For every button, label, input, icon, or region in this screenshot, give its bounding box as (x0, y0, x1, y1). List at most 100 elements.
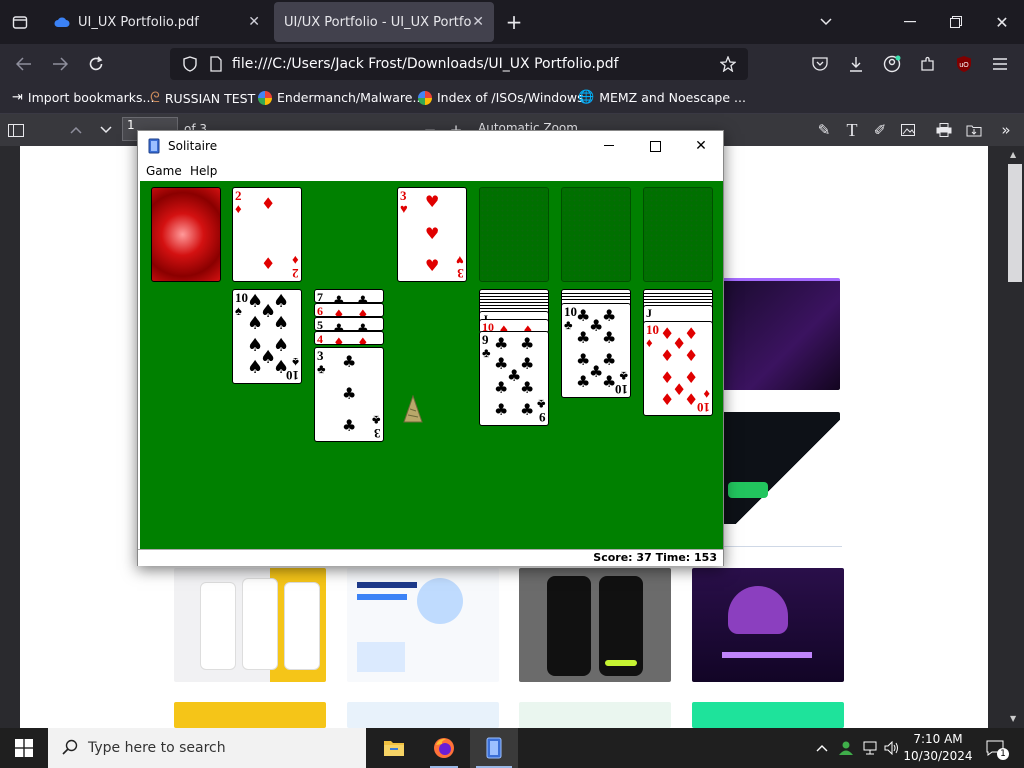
card-rank: 10 ♦ (646, 322, 659, 350)
foundation-hearts[interactable]: 3 ♥ ♥ ♥ ♥ 3 ♥ (397, 187, 467, 282)
url-text: file:///C:/Users/Jack Frost/Downloads/UI… (232, 56, 619, 72)
chevron-up-icon[interactable] (812, 728, 832, 768)
tableau-card-5-clubs[interactable]: 5 ♣ ♣ (314, 317, 384, 331)
foundation-slot[interactable] (479, 187, 549, 282)
portfolio-thumbnail (347, 568, 499, 682)
restore-icon[interactable] (942, 8, 970, 36)
card-rank: 3 ♥ (400, 188, 408, 216)
tableau-card-10-clubs[interactable]: 10 ♣ ♣ ♣ ♣ ♣ ♣ ♣ ♣ ♣ ♣ ♣ 10 ♣ (561, 303, 631, 398)
scroll-down-icon[interactable]: ▼ (1010, 714, 1016, 723)
foundation-slot[interactable] (561, 187, 631, 282)
search-icon (62, 739, 78, 759)
card-rank: 3 ♥ (456, 253, 464, 281)
url-bar[interactable]: file:///C:/Users/Jack Frost/Downloads/UI… (170, 48, 748, 80)
bookmark-label: RUSSIAN TEST (164, 90, 256, 106)
text-tool-icon[interactable]: T (840, 118, 864, 142)
sidebar-toggle-icon[interactable] (4, 118, 28, 142)
tableau-card-10-diamonds[interactable]: 10 ♦ ♦ ♦ ♦ ♦ ♦ ♦ ♦ ♦ ♦ ♦ 10 ♦ (643, 321, 713, 416)
waste-card[interactable]: 2 ♦ ♦ ♦ 2 ♦ (232, 187, 302, 282)
reload-icon[interactable] (82, 50, 110, 78)
clock-time: 7:10 AM (913, 732, 963, 746)
solitaire-taskbar-icon[interactable] (470, 728, 518, 768)
firefox-icon[interactable] (420, 728, 468, 768)
score-value: 37 (636, 551, 652, 564)
maximize-icon[interactable] (632, 131, 678, 161)
window-title: Solitaire (168, 139, 218, 153)
draw-icon[interactable]: ✐ (868, 118, 892, 142)
close-tab-icon[interactable]: ✕ (472, 14, 484, 30)
next-page-icon[interactable] (94, 118, 118, 142)
people-icon[interactable] (836, 728, 858, 768)
divider (720, 546, 842, 547)
shield-icon[interactable] (176, 50, 204, 78)
minimize-icon[interactable] (896, 8, 924, 36)
ublock-icon[interactable]: uO (950, 50, 978, 78)
bookmark-russian-test[interactable]: ᘓ RUSSIAN TEST (150, 90, 255, 106)
portfolio-thumbnail (347, 702, 499, 728)
tableau-card-3-clubs[interactable]: 3 ♣ ♣ ♣ ♣ 3 ♣ (314, 347, 384, 442)
portfolio-thumbnail (692, 702, 844, 728)
portfolio-thumbnail (720, 412, 840, 524)
card-rank: 10 ♦ (697, 387, 710, 415)
save-icon[interactable] (962, 118, 986, 142)
foundation-slot[interactable] (643, 187, 713, 282)
bookmark-import[interactable]: ⇥ Import bookmarks... (12, 90, 154, 105)
network-icon[interactable] (860, 728, 882, 768)
download-icon[interactable] (842, 50, 870, 78)
notification-badge: 1 (997, 748, 1009, 760)
close-tab-icon[interactable]: ✕ (248, 14, 260, 30)
tab-pdf-2[interactable]: UI/UX Portfolio - UI_UX Portfolio.pdf ✕ (274, 2, 494, 42)
tableau-card-6-diamonds[interactable]: 6 ♦ ♦ (314, 303, 384, 317)
time-label: Time: (655, 551, 691, 564)
tab-overview-icon[interactable] (6, 8, 34, 36)
bookmark-endermanch[interactable]: Endermanch/Malware... (258, 90, 424, 105)
close-icon[interactable]: ✕ (678, 131, 724, 161)
minimize-icon[interactable] (586, 131, 632, 161)
card-rank: 3 ♣ (372, 413, 381, 441)
system-clock[interactable]: 7:10 AM 10/30/2024 (900, 731, 976, 765)
notification-icon[interactable]: 1 (980, 728, 1010, 768)
stock-pile[interactable] (151, 187, 221, 282)
highlight-icon[interactable]: ✎ (812, 118, 836, 142)
extensions-icon[interactable] (914, 50, 942, 78)
chevron-down-icon[interactable] (812, 8, 840, 36)
menu-help[interactable]: Help (190, 164, 217, 178)
portfolio-thumbnail (720, 278, 840, 390)
volume-icon[interactable] (882, 728, 902, 768)
tableau-card-9-clubs[interactable]: 9 ♣ ♣ ♣ ♣ ♣ ♣ ♣ ♣ ♣ ♣ 9 ♣ (479, 331, 549, 426)
page-icon[interactable] (202, 50, 230, 78)
bookmarks-toolbar: ⇥ Import bookmarks... ᘓ RUSSIAN TEST End… (0, 84, 1024, 114)
account-icon[interactable] (878, 50, 906, 78)
back-icon[interactable] (10, 50, 38, 78)
scrollbar-thumb[interactable] (1008, 164, 1022, 282)
site-icon: ᘓ (150, 90, 160, 106)
taskbar: Type here to search 7:10 AM 10/30/2024 1 (0, 728, 1024, 768)
forward-icon[interactable] (46, 50, 74, 78)
print-icon[interactable] (932, 118, 956, 142)
card-rank: 2 ♦ (292, 253, 299, 281)
bookmark-star-icon[interactable] (714, 50, 742, 78)
tableau-card-7-clubs[interactable]: 7 ♣ ♣ (314, 289, 384, 303)
close-window-icon[interactable]: ✕ (988, 8, 1016, 36)
menu-icon[interactable] (986, 50, 1014, 78)
bookmark-index-isos[interactable]: Index of /ISOs/Windows (418, 90, 584, 105)
more-tools-icon[interactable]: » (994, 118, 1018, 142)
taskbar-search[interactable]: Type here to search (48, 728, 366, 768)
diamond-pip: ♦ (261, 254, 276, 273)
file-explorer-icon[interactable] (370, 728, 418, 768)
tableau-card-10-spades[interactable]: 10 ♠ ♠ ♠ ♠ ♠ ♠ ♠ ♠ ♠ ♠ ♠ 10 ♠ (232, 289, 302, 384)
menu-game[interactable]: Game (146, 164, 182, 178)
new-tab-icon[interactable]: + (500, 8, 528, 36)
start-button[interactable] (0, 728, 48, 768)
bookmark-memz[interactable]: 🌐 MEMZ and Noescape ... (578, 90, 746, 105)
google-icon (258, 90, 272, 105)
heart-pip: ♥ (425, 224, 440, 243)
pocket-icon[interactable] (806, 50, 834, 78)
tab-label: UI/UX Portfolio - UI_UX Portfolio.pdf (284, 14, 472, 30)
tableau-card-4-diamonds[interactable]: 4 ♦ ♦ (314, 331, 384, 345)
tab-pdf-1[interactable]: UI_UX Portfolio.pdf ✕ (44, 2, 270, 42)
card-rank: 3 ♣ (317, 348, 326, 376)
previous-page-icon[interactable] (64, 118, 88, 142)
image-icon[interactable] (896, 118, 920, 142)
scroll-up-icon[interactable]: ▲ (1010, 150, 1016, 159)
